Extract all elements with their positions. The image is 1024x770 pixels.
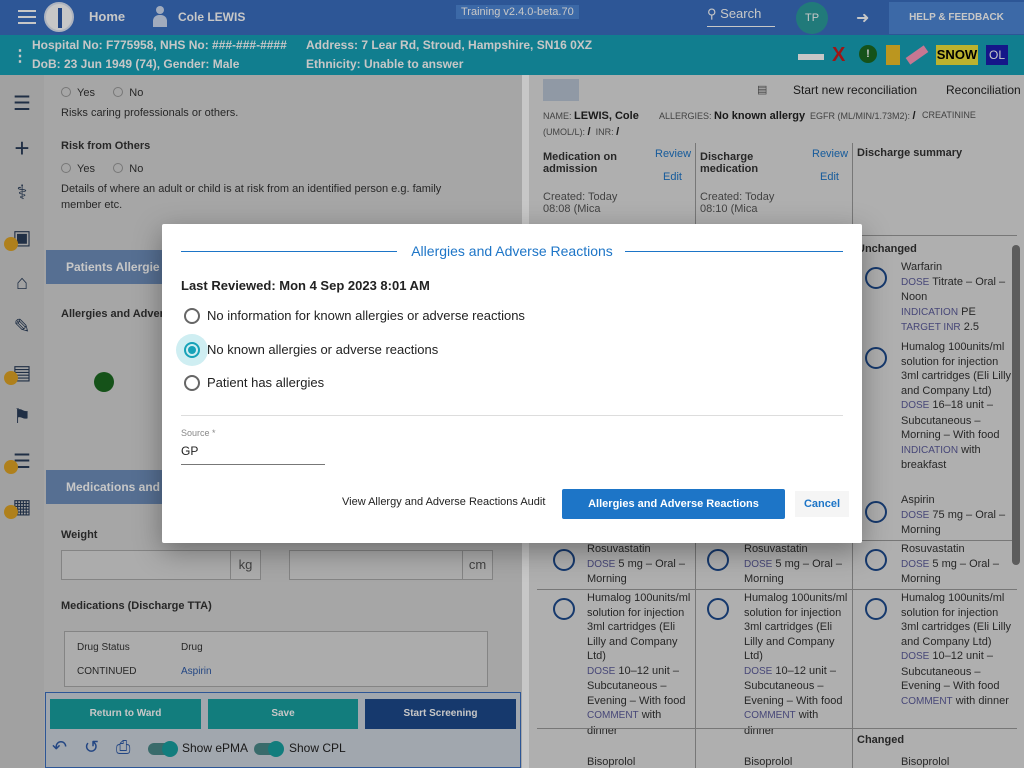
source-input[interactable]: GP xyxy=(181,444,325,465)
option-label: No known allergies or adverse reactions xyxy=(207,342,439,357)
cancel-button[interactable]: Cancel xyxy=(795,491,849,517)
radio-button[interactable] xyxy=(184,375,200,391)
option-label: No information for known allergies or ad… xyxy=(207,308,525,323)
last-reviewed: Last Reviewed: Mon 4 Sep 2023 8:01 AM xyxy=(181,278,430,293)
reviewed-button[interactable]: Allergies and Adverse Reactions Reviewed xyxy=(562,489,785,540)
title-rule xyxy=(625,251,843,252)
radio-button-selected[interactable] xyxy=(184,342,200,358)
allergies-dialog: Allergies and Adverse Reactions Last Rev… xyxy=(162,224,862,543)
radio-button[interactable] xyxy=(184,308,200,324)
view-audit-button[interactable]: View Allergy and Adverse Reactions Audit xyxy=(342,496,545,508)
source-label: Source * xyxy=(181,428,216,438)
divider xyxy=(181,415,843,416)
option-label: Patient has allergies xyxy=(207,375,325,390)
